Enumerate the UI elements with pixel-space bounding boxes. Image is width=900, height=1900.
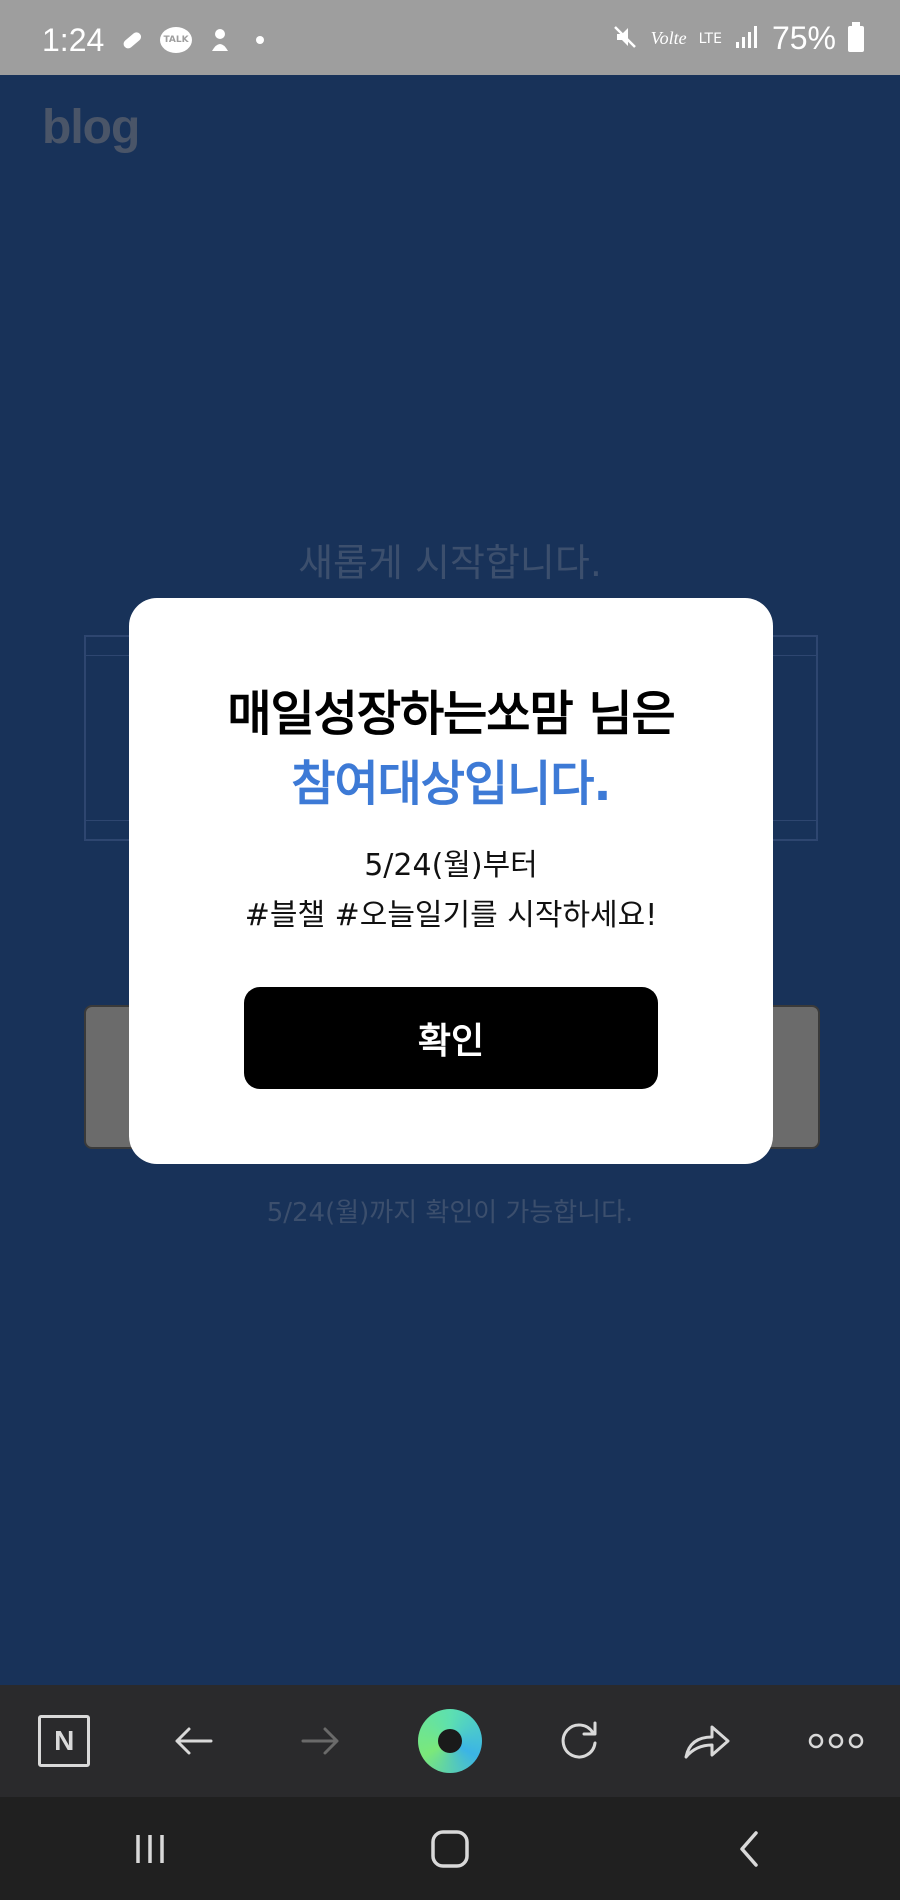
battery-icon <box>848 21 864 52</box>
chevron-left-icon <box>740 1830 758 1867</box>
app-notification-icon <box>206 26 234 54</box>
green-ring-icon <box>417 1709 482 1773</box>
naver-n-icon: N <box>38 1715 91 1767</box>
dialog-title-line2: 참여대상입니다. <box>291 756 611 812</box>
kakaotalk-icon: TALK <box>160 27 192 53</box>
battery-percent: 75% <box>771 20 836 56</box>
system-icons: Volte LTE 75% <box>611 20 864 57</box>
refresh-icon <box>561 1721 597 1759</box>
blog-logo: blog <box>42 101 140 154</box>
status-time: 1:24 <box>42 22 105 58</box>
recent-apps-icon <box>136 1834 164 1863</box>
system-back-button[interactable] <box>705 1809 795 1889</box>
forward-button[interactable] <box>281 1701 361 1781</box>
page-footnote: 5/24(월)까지 확인이 가능합니다. <box>266 1198 634 1228</box>
home-button[interactable] <box>405 1809 495 1889</box>
share-icon <box>684 1725 730 1759</box>
page-headline: 새롭게 시작합니다. <box>298 541 602 585</box>
more-notifications-dot <box>256 36 264 44</box>
eligibility-dialog: 매일성장하는쏘맘 님은 참여대상입니다. 5/24(월)부터 #블챌 #오늘일기… <box>129 598 773 1164</box>
confirm-button[interactable]: 확인 <box>244 987 658 1089</box>
pill-icon <box>118 26 146 54</box>
dialog-title-line1: 매일성장하는쏘맘 님은 <box>227 686 675 742</box>
dialog-subtitle-line1: 5/24(월)부터 <box>364 848 538 883</box>
refresh-button[interactable] <box>539 1701 619 1781</box>
signal-icon <box>734 24 760 54</box>
naver-home-button[interactable]: N <box>24 1701 104 1781</box>
more-icon <box>808 1733 863 1749</box>
volte-label: Volte <box>650 28 687 48</box>
recent-apps-button[interactable] <box>105 1809 195 1889</box>
status-bar: 1:24 TALK Volte LTE 75% <box>0 0 900 75</box>
back-button[interactable] <box>153 1701 233 1781</box>
browser-toolbar: N <box>0 1685 900 1797</box>
notification-icons: TALK <box>118 26 264 54</box>
share-button[interactable] <box>667 1701 747 1781</box>
system-nav-bar <box>0 1797 900 1900</box>
more-button[interactable] <box>796 1701 876 1781</box>
mute-icon <box>611 23 639 55</box>
forward-arrow-icon <box>301 1727 339 1755</box>
dialog-subtitle-line2: #블챌 #오늘일기를 시작하세요! <box>244 898 658 933</box>
back-arrow-icon <box>175 1727 213 1755</box>
green-dot-button[interactable] <box>410 1701 490 1781</box>
lte-label: LTE <box>698 30 722 47</box>
home-icon <box>431 1829 469 1868</box>
